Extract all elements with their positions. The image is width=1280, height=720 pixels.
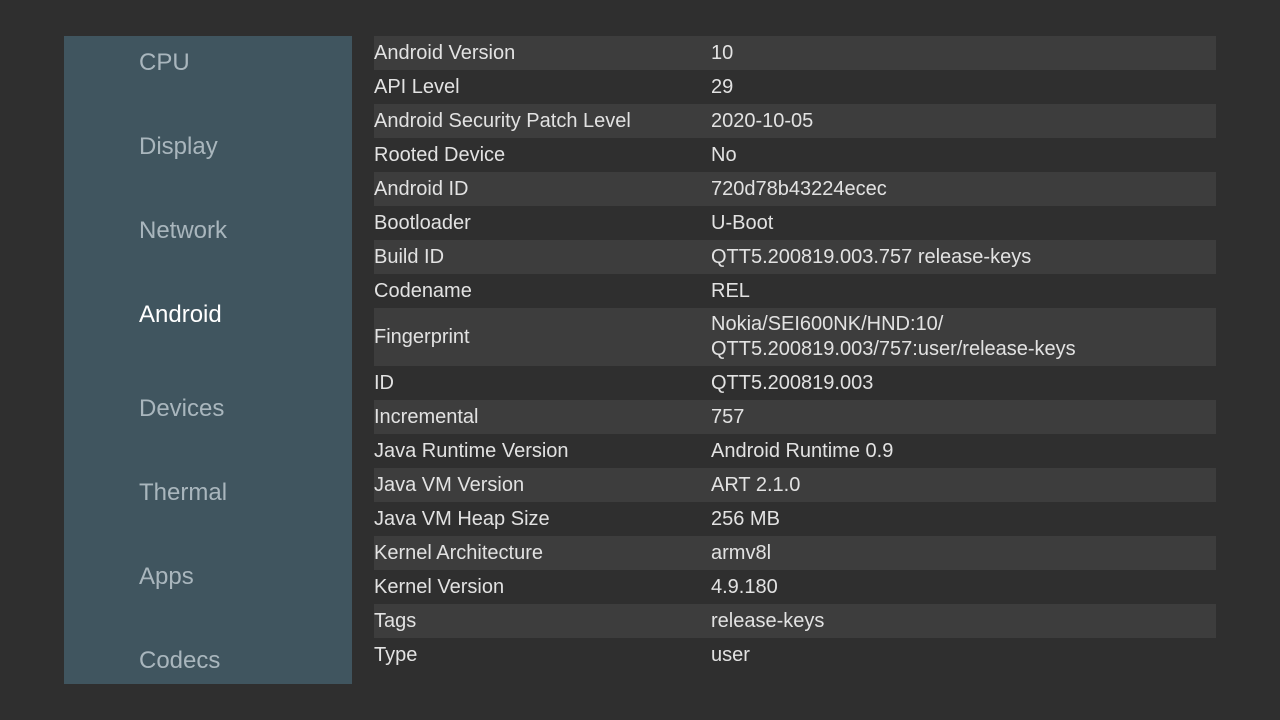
row-value: release-keys bbox=[711, 609, 825, 632]
sidebar-item-display[interactable]: Display bbox=[139, 132, 339, 162]
row-value: 10 bbox=[711, 41, 734, 64]
sidebar-item-android[interactable]: Android bbox=[139, 300, 339, 330]
sidebar-item-thermal[interactable]: Thermal bbox=[139, 478, 339, 508]
row-label: Android ID bbox=[374, 177, 469, 200]
table-row: ID QTT5.200819.003 bbox=[374, 366, 1216, 400]
row-label: Build ID bbox=[374, 245, 445, 268]
row-value: QTT5.200819.003.757 release-keys bbox=[711, 245, 1032, 268]
table-row: Build ID QTT5.200819.003.757 release-key… bbox=[374, 240, 1216, 274]
row-label: Bootloader bbox=[374, 211, 471, 234]
row-label: Rooted Device bbox=[374, 143, 506, 166]
table-row: Codename REL bbox=[374, 274, 1216, 308]
row-value: 757 bbox=[711, 405, 745, 428]
table-row: Kernel Version 4.9.180 bbox=[374, 570, 1216, 604]
row-label: Java Runtime Version bbox=[374, 439, 569, 462]
row-label: Type bbox=[374, 643, 418, 666]
table-row: Java Runtime Version Android Runtime 0.9 bbox=[374, 434, 1216, 468]
row-label: Kernel Version bbox=[374, 575, 505, 598]
row-value: U-Boot bbox=[711, 211, 774, 234]
sidebar: CPU Display Network Android Devices Ther… bbox=[64, 36, 352, 684]
app-screen: CPU Display Network Android Devices Ther… bbox=[0, 0, 1280, 720]
table-row: API Level 29 bbox=[374, 70, 1216, 104]
sidebar-item-codecs[interactable]: Codecs bbox=[139, 646, 339, 676]
sidebar-item-devices[interactable]: Devices bbox=[139, 394, 339, 424]
row-value: 720d78b43224ecec bbox=[711, 177, 887, 200]
row-value: 29 bbox=[711, 75, 734, 98]
sidebar-item-network[interactable]: Network bbox=[139, 216, 339, 246]
row-label: ID bbox=[374, 371, 394, 394]
row-value: 256 MB bbox=[711, 507, 780, 530]
table-row: Android ID 720d78b43224ecec bbox=[374, 172, 1216, 206]
table-row: Rooted Device No bbox=[374, 138, 1216, 172]
row-value: armv8l bbox=[711, 541, 772, 564]
android-info-table[interactable]: Android Version 10 API Level 29 Android … bbox=[374, 36, 1216, 684]
row-label: Android Version bbox=[374, 41, 516, 64]
table-row: Kernel Architecture armv8l bbox=[374, 536, 1216, 570]
table-row: Incremental 757 bbox=[374, 400, 1216, 434]
row-value: No bbox=[711, 143, 737, 166]
row-value: REL bbox=[711, 279, 750, 302]
row-value: Nokia/SEI600NK/HND:10/ QTT5.200819.003/7… bbox=[711, 313, 1076, 360]
row-value: user bbox=[711, 643, 750, 666]
sidebar-item-apps[interactable]: Apps bbox=[139, 562, 339, 592]
table-row: Java VM Heap Size 256 MB bbox=[374, 502, 1216, 536]
row-label: Android Security Patch Level bbox=[374, 109, 631, 132]
row-label: Tags bbox=[374, 609, 417, 632]
row-label: API Level bbox=[374, 75, 460, 98]
row-value: ART 2.1.0 bbox=[711, 473, 801, 496]
row-label: Incremental bbox=[374, 405, 479, 428]
sidebar-item-cpu[interactable]: CPU bbox=[139, 48, 339, 78]
row-value: 4.9.180 bbox=[711, 575, 778, 598]
row-value: Android Runtime 0.9 bbox=[711, 439, 894, 462]
table-row: Tags release-keys bbox=[374, 604, 1216, 638]
row-label: Codename bbox=[374, 279, 472, 302]
table-row: Fingerprint Nokia/SEI600NK/HND:10/ QTT5.… bbox=[374, 308, 1216, 366]
table-row: Android Version 10 bbox=[374, 36, 1216, 70]
row-label: Kernel Architecture bbox=[374, 541, 543, 564]
row-value: 2020-10-05 bbox=[711, 109, 814, 132]
row-value: QTT5.200819.003 bbox=[711, 371, 874, 394]
table-row: Type user bbox=[374, 638, 1216, 672]
table-row: Java VM Version ART 2.1.0 bbox=[374, 468, 1216, 502]
row-label: Java VM Version bbox=[374, 473, 525, 496]
row-label: Fingerprint bbox=[374, 325, 470, 348]
table-row: Bootloader U-Boot bbox=[374, 206, 1216, 240]
row-label: Java VM Heap Size bbox=[374, 507, 550, 530]
table-row: Android Security Patch Level 2020-10-05 bbox=[374, 104, 1216, 138]
